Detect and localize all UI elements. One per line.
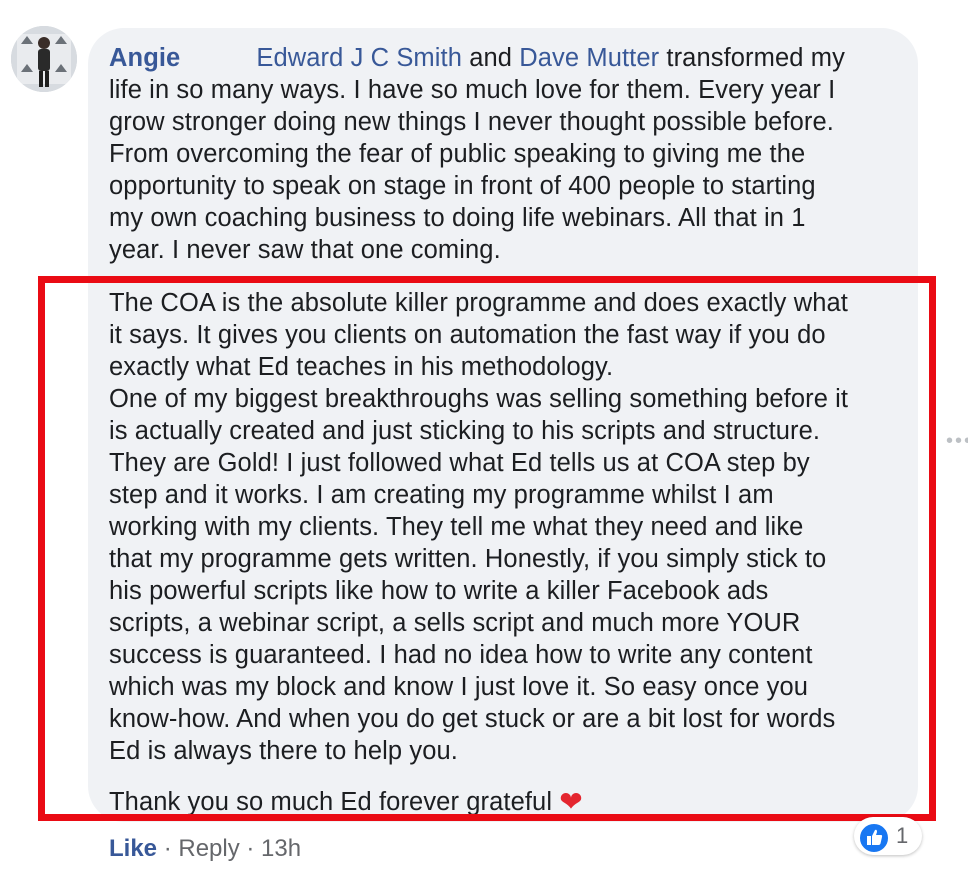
- action-separator: ·: [157, 835, 179, 862]
- comment-actions: Like · Reply · 13h: [109, 833, 301, 865]
- like-icon: [858, 822, 890, 854]
- reply-button[interactable]: Reply: [178, 835, 239, 862]
- timestamp[interactable]: 13h: [261, 835, 301, 862]
- comment-intro-text: transformed my life in so many ways. I h…: [109, 44, 845, 264]
- avatar-photo: [11, 26, 77, 92]
- action-separator: ·: [239, 835, 262, 862]
- comment-intro: Angie Edward J C Smith and Dave Mutter tr…: [109, 42, 929, 266]
- reaction-count: 1: [896, 823, 909, 848]
- more-options-icon[interactable]: •••: [946, 430, 968, 453]
- mention-dave[interactable]: Dave Mutter: [519, 44, 659, 72]
- author-avatar[interactable]: [11, 26, 77, 92]
- like-button[interactable]: Like: [109, 835, 157, 862]
- mention-edward[interactable]: Edward J C Smith: [256, 44, 462, 72]
- author-name[interactable]: Angie: [109, 44, 180, 72]
- top-edge-fragment: [280, 0, 580, 4]
- mention-connector: and: [462, 44, 520, 72]
- highlight-box: [38, 276, 936, 821]
- reaction-count-badge[interactable]: 1: [854, 817, 922, 855]
